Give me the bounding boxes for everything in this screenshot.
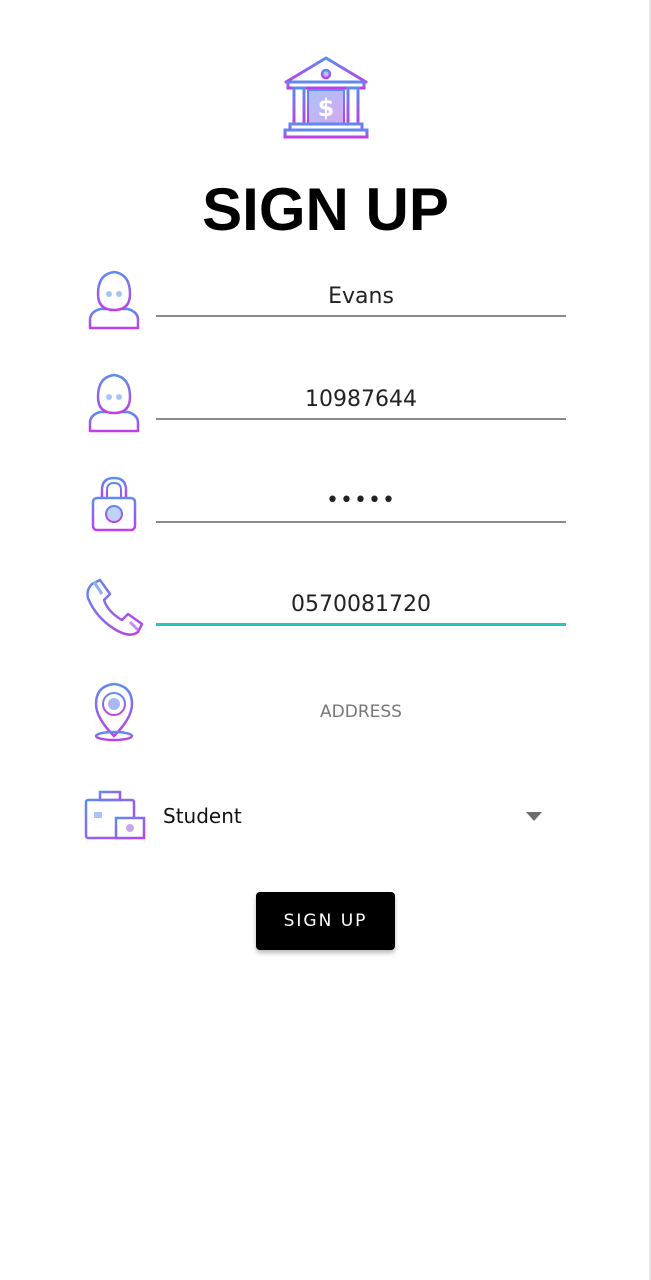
phone-icon — [86, 578, 144, 636]
address-input[interactable]: ADDRESS — [156, 702, 566, 722]
page-title: SIGN UP — [202, 176, 449, 243]
svg-text:$: $ — [318, 94, 335, 122]
chevron-down-icon — [526, 812, 542, 821]
role-dropdown[interactable]: Student — [160, 796, 560, 836]
id-field-value: 10987644 — [305, 387, 417, 412]
password-field-value: ••••• — [326, 488, 396, 513]
sign-up-button[interactable]: SIGN UP — [256, 892, 395, 950]
briefcase-money-icon — [84, 790, 146, 840]
user-icon — [88, 373, 140, 433]
name-field-value: Evans — [328, 284, 394, 309]
name-field[interactable]: Evans — [156, 273, 566, 317]
user-icon — [88, 270, 140, 330]
phone-field[interactable]: 0570081720 — [156, 582, 566, 626]
padlock-icon — [91, 476, 137, 536]
password-field[interactable]: ••••• — [156, 479, 566, 523]
location-pin-icon — [94, 682, 134, 742]
role-dropdown-value: Student — [163, 804, 242, 828]
phone-field-value: 0570081720 — [291, 592, 431, 617]
bank-logo-icon: $ — [283, 56, 369, 139]
id-field[interactable]: 10987644 — [156, 376, 566, 420]
